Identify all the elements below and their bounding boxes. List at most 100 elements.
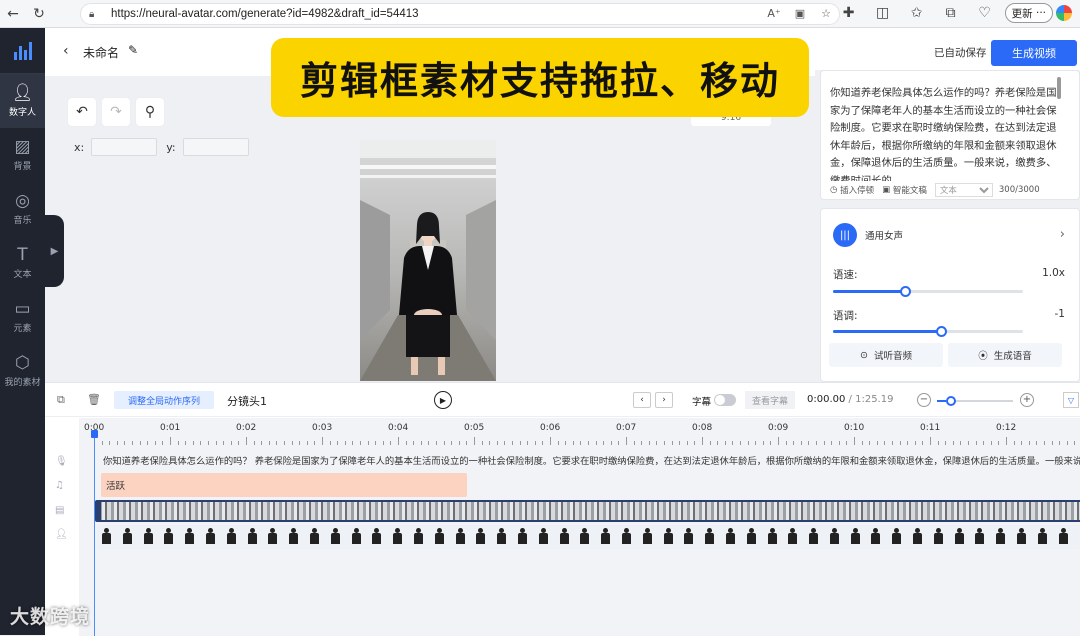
avatar-frame-thumb	[451, 525, 472, 549]
generate-video-button[interactable]: 生成视频	[991, 40, 1077, 66]
address-bar[interactable]: 🔒︎ https://neural-avatar.com/generate?id…	[80, 3, 840, 25]
zoom-slider-handle[interactable]	[946, 396, 957, 406]
collapse-timeline-icon[interactable]: ▽	[1063, 392, 1079, 408]
ruler-tick	[398, 437, 399, 445]
performance-icon[interactable]: ♡	[968, 2, 1002, 24]
copilot-icon[interactable]	[1056, 5, 1072, 21]
ruler-tick	[375, 441, 377, 445]
script-editor[interactable]: 你知道养老保险具体怎么运作的吗？养老保险是国家为了保障老年人的基本生活而设立的一…	[820, 70, 1080, 200]
undo-icon[interactable]: ↶	[68, 98, 96, 126]
ruler-tick	[367, 441, 369, 445]
app-logo	[0, 28, 45, 74]
ruler-tick	[101, 441, 103, 445]
pitch-label: 语调:	[833, 310, 858, 322]
person-settings-icon[interactable]: ⚲	[136, 98, 164, 126]
cube-icon: ⬡	[15, 353, 30, 373]
timeline-zoom-slider[interactable]	[937, 396, 1013, 406]
preview-audio-label: 试听音频	[873, 351, 912, 362]
ruler-tick	[785, 441, 787, 445]
ruler-tick	[747, 441, 749, 445]
avatar-frame-thumb	[575, 525, 596, 549]
insert-pause-button[interactable]: ◷ 插入停顿	[830, 184, 874, 196]
speed-slider-handle[interactable]	[900, 286, 912, 297]
video-track-clip[interactable]	[97, 500, 1080, 522]
playhead-handle[interactable]	[91, 430, 98, 438]
avatar-frame-thumb	[742, 525, 763, 549]
sidebar-item-label: 音乐	[13, 216, 32, 226]
sidebar-item-my-assets[interactable]: ⬡ 我的素材	[0, 344, 45, 398]
clip-trim-handle[interactable]	[95, 500, 101, 522]
video-preview[interactable]	[360, 140, 496, 381]
project-title[interactable]: 未命名	[83, 44, 119, 61]
chevron-right-icon[interactable]: ›	[1060, 227, 1065, 242]
trash-icon[interactable]: 🗑︎	[87, 393, 101, 406]
speed-slider[interactable]	[833, 286, 1023, 297]
timeline-tracks[interactable]: 0:00 0:01 0:02 0:03 0:04 0:05 0:06 0:07 0:08 0:09…	[79, 418, 1080, 636]
ruler-tick	[679, 441, 681, 445]
action-clip[interactable]: 活跃	[101, 473, 467, 497]
y-input[interactable]	[182, 138, 249, 156]
edit-pencil-icon[interactable]: ✎	[128, 43, 138, 57]
sidebar-item-music[interactable]: ◎ 音乐	[0, 182, 45, 236]
script-mode-select[interactable]: 文本	[934, 183, 993, 197]
pitch-slider-handle[interactable]	[936, 326, 948, 337]
redo-icon[interactable]: ↷	[102, 98, 130, 126]
sidebar-item-digital-human[interactable]: 👤︎ 数字人	[0, 74, 45, 128]
split-screen-icon[interactable]: ◫	[866, 2, 900, 24]
prev-icon[interactable]: ‹	[633, 392, 651, 408]
play-icon[interactable]: ▶	[434, 391, 452, 409]
avatar-frame-thumb	[243, 525, 264, 549]
zoom-in-icon[interactable]: +	[1020, 393, 1034, 407]
ruler-tick	[610, 441, 612, 445]
pitch-slider[interactable]	[833, 326, 1023, 337]
ruler-label: 0:05	[464, 423, 485, 433]
subtitle-track[interactable]: 你知道养老保险具体怎么运作的吗？ 养老保险是国家为了保障老年人的基本生活而设立的…	[103, 453, 1080, 471]
shot-label: 分镜头1	[227, 395, 267, 408]
x-input[interactable]	[91, 138, 158, 156]
ruler-tick	[291, 441, 293, 445]
panel-expand-toggle[interactable]: ▶	[45, 215, 64, 287]
copy-icon[interactable]: ⧉	[57, 393, 65, 407]
generate-voice-button[interactable]: ⦿ 生成语音	[948, 343, 1062, 367]
preview-audio-button[interactable]: ⊙ 试听音频	[829, 343, 943, 367]
ruler-tick	[762, 441, 764, 445]
back-icon[interactable]: ←	[0, 3, 26, 25]
sidebar-item-background[interactable]: ▨ 背景	[0, 128, 45, 182]
timeline-toolbar: ⧉ 🗑︎ 调整全局动作序列 分镜头1 ▶ ‹ › 字幕 查看字幕 0:00.00…	[45, 383, 1080, 417]
avatar-frame-thumb	[638, 525, 659, 549]
subtitle-toggle[interactable]	[714, 394, 736, 406]
avatar-track[interactable]	[97, 525, 1080, 549]
next-icon[interactable]: ›	[655, 392, 673, 408]
ruler-tick	[983, 441, 985, 445]
time-ruler[interactable]: 0:00 0:01 0:02 0:03 0:04 0:05 0:06 0:07 0:08 0:09…	[79, 418, 1080, 448]
back-arrow-icon[interactable]: ‹	[63, 43, 69, 59]
caption-banner: 剪辑框素材支持拖拉、移动	[271, 38, 809, 117]
read-aloud-icon[interactable]: A⁺	[761, 4, 787, 24]
extensions-icon[interactable]: ✚	[832, 2, 866, 24]
avatar-frame-thumb	[929, 525, 950, 549]
ruler-tick	[458, 441, 460, 445]
ruler-tick	[504, 441, 506, 445]
script-scrollbar[interactable]	[1057, 77, 1061, 99]
sidebar-item-elements[interactable]: ▭ 元素	[0, 290, 45, 344]
ruler-tick	[466, 441, 468, 445]
script-text[interactable]: 你知道养老保险具体怎么运作的吗？养老保险是国家为了保障老年人的基本生活而设立的一…	[830, 85, 1062, 181]
view-subtitles-button[interactable]: 查看字幕	[745, 391, 795, 409]
collections-icon[interactable]: ⧉	[934, 2, 968, 24]
voice-selector[interactable]: ||| 通用女声	[833, 223, 903, 247]
playhead[interactable]	[91, 430, 98, 636]
favorites-icon[interactable]: ✩	[900, 2, 934, 24]
canvas-toolbar: ↶ ↷ ⚲	[68, 98, 164, 126]
avatar-frame-thumb	[180, 525, 201, 549]
reload-icon[interactable]: ↻	[26, 3, 52, 25]
adjust-action-sequence-button[interactable]: 调整全局动作序列	[114, 391, 214, 409]
ruler-tick	[314, 441, 316, 445]
smart-copy-button[interactable]: ▣ 智能文稿	[882, 184, 927, 196]
microphone-icon: 🎙︎	[55, 456, 68, 467]
zoom-out-icon[interactable]: −	[917, 393, 931, 407]
ruler-tick	[246, 437, 247, 445]
app-icon[interactable]: ▣	[787, 4, 813, 24]
ruler-tick	[671, 441, 673, 445]
update-button[interactable]: 更新 ···	[1004, 3, 1053, 23]
sidebar-item-text[interactable]: T 文本	[0, 236, 45, 290]
